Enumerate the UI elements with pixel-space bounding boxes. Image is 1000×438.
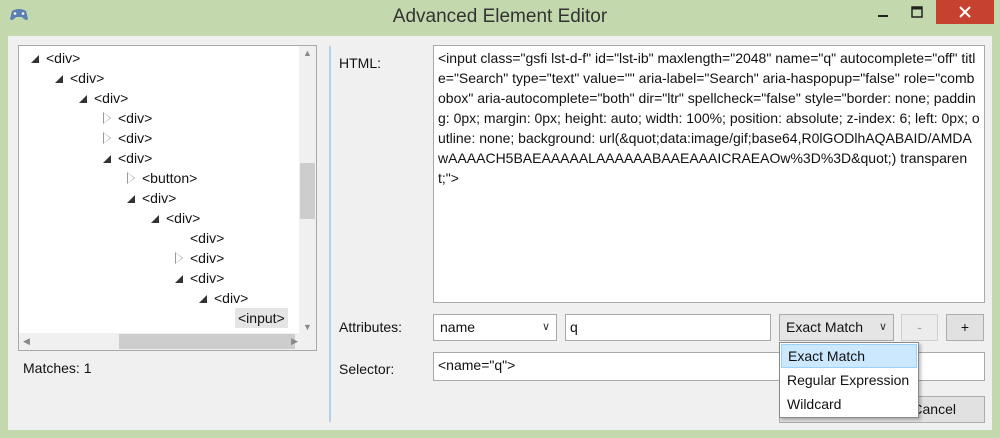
tree-node-label: <div> (46, 50, 81, 66)
tree-node[interactable]: <button> (125, 168, 200, 188)
selector-label: Selector: (339, 361, 395, 377)
expanded-arrow-icon[interactable] (149, 208, 163, 228)
title-bar[interactable]: Advanced Element Editor (0, 0, 1000, 36)
tree-node-label: <div> (118, 150, 153, 166)
element-tree[interactable]: <input> <div> <div> <div> <div> <div> <div> <bu… (18, 45, 317, 351)
maximize-button[interactable] (902, 0, 932, 24)
tree-node-label: <div> (190, 270, 225, 286)
expanded-arrow-icon[interactable] (125, 188, 139, 208)
tree-node[interactable]: <div> (173, 268, 227, 288)
tree-vertical-scrollbar[interactable]: ▲ ▼ (299, 46, 316, 334)
collapsed-arrow-icon[interactable] (101, 108, 115, 128)
collapsed-arrow-icon[interactable] (101, 128, 115, 148)
tree-node[interactable]: <div> (101, 148, 155, 168)
expanded-arrow-icon[interactable] (53, 68, 67, 88)
chevron-down-icon: ∨ (541, 321, 550, 333)
tree-horizontal-scrollbar[interactable]: ◀ ▶ (19, 333, 301, 350)
tree-node[interactable]: <input> (221, 308, 288, 328)
minimize-button[interactable] (868, 0, 898, 24)
tree-node-label: <div> (190, 250, 225, 266)
chevron-down-icon: ∨ (878, 321, 887, 333)
tree-node-label: <div> (190, 230, 225, 246)
scroll-right-icon[interactable]: ▶ (291, 336, 298, 347)
match-mode-dropdown: Exact Match Regular Expression Wildcard (779, 342, 919, 418)
expanded-arrow-icon[interactable] (173, 268, 187, 288)
tree-node[interactable]: <div> (29, 48, 83, 68)
option-exact-match[interactable]: Exact Match (781, 344, 917, 368)
attribute-name-select[interactable]: name ∨ (433, 314, 557, 341)
remove-attribute-button[interactable]: - (901, 314, 938, 341)
option-wildcard[interactable]: Wildcard (781, 393, 917, 417)
tree-node-label: <div> (142, 190, 177, 206)
matches-count: Matches: 1 (23, 360, 92, 376)
html-textarea[interactable]: <input class="gsfi lst-d-f" id="lst-ib" … (433, 45, 985, 303)
attributes-label: Attributes: (339, 319, 403, 335)
collapsed-arrow-icon[interactable] (125, 168, 139, 188)
tree-node[interactable]: <div> (77, 88, 131, 108)
expanded-arrow-icon[interactable] (29, 48, 43, 68)
scroll-corner (299, 333, 316, 350)
tree-node-label: <div> (166, 210, 201, 226)
match-mode-value: Exact Match (786, 319, 864, 335)
tree-node[interactable]: <div> (101, 108, 155, 128)
vertical-scroll-thumb[interactable] (300, 163, 315, 219)
match-mode-select[interactable]: Exact Match ∨ (779, 314, 894, 341)
tree-node[interactable]: <div> (197, 288, 251, 308)
maximize-icon (911, 6, 923, 18)
html-label: HTML: (339, 55, 381, 71)
tree-node-label: <button> (142, 170, 198, 186)
tree-node[interactable]: <div> (173, 228, 227, 248)
expanded-arrow-icon[interactable] (77, 88, 91, 108)
tree-node[interactable]: <div> (53, 68, 107, 88)
scroll-left-icon[interactable]: ◀ (23, 336, 30, 347)
minimize-icon (878, 15, 888, 17)
scroll-down-icon[interactable]: ▼ (303, 322, 312, 332)
tree-node-label: <div> (94, 90, 129, 106)
window-title: Advanced Element Editor (392, 6, 608, 27)
scroll-up-icon[interactable]: ▲ (303, 48, 312, 58)
tree-node-label: <input> (235, 308, 288, 328)
collapsed-arrow-icon[interactable] (173, 248, 187, 268)
tree-node-label: <div> (70, 70, 105, 86)
tree-node-label: <div> (214, 290, 249, 306)
add-attribute-button[interactable]: + (946, 314, 984, 341)
tree-node[interactable]: <div> (125, 188, 179, 208)
attribute-value-input[interactable]: q (565, 314, 771, 341)
attribute-name-value: name (440, 319, 476, 335)
close-button[interactable] (936, 0, 994, 24)
expanded-arrow-icon[interactable] (101, 148, 115, 168)
tree-node[interactable]: <div> (149, 208, 203, 228)
panel-divider[interactable] (329, 46, 331, 422)
tree-node[interactable]: <div> (173, 248, 227, 268)
dialog-body: <input> <div> <div> <div> <div> <div> <div> <bu… (8, 36, 992, 430)
tree-node-label: <div> (118, 110, 153, 126)
close-icon (959, 6, 971, 18)
option-regular-expression[interactable]: Regular Expression (781, 369, 917, 393)
horizontal-scroll-thumb[interactable] (119, 334, 295, 349)
editor-window: Advanced Element Editor <input> <div> <div… (0, 0, 1000, 438)
expanded-arrow-icon[interactable] (197, 288, 211, 308)
tree-node[interactable]: <div> (101, 128, 155, 148)
tree-node-label: <div> (118, 130, 153, 146)
